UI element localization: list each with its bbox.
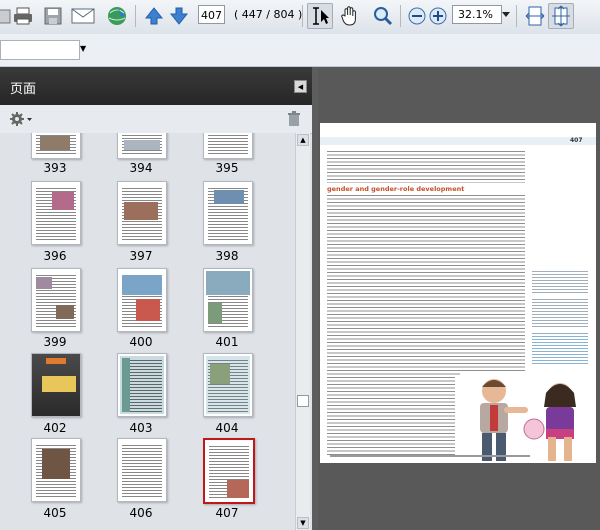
fit-width-icon[interactable] bbox=[522, 3, 548, 29]
thumbnail-label: 395 bbox=[215, 161, 239, 175]
print-icon[interactable] bbox=[10, 3, 36, 29]
page-number-input[interactable]: 407 bbox=[198, 5, 225, 24]
next-page-icon[interactable] bbox=[166, 3, 192, 29]
toolbar-separator bbox=[135, 5, 136, 27]
page-thumbnail[interactable] bbox=[117, 353, 167, 417]
document-page: 407 gender and gender-role development bbox=[320, 123, 596, 463]
thumbnail-scrollbar[interactable]: ▲ ▼ bbox=[295, 133, 310, 530]
thumbnail-label: 406 bbox=[129, 506, 153, 520]
thumbnail-label: 401 bbox=[215, 335, 239, 349]
scroll-down-icon[interactable]: ▼ bbox=[297, 517, 309, 529]
zoom-in-icon[interactable] bbox=[425, 3, 451, 29]
gear-icon[interactable] bbox=[9, 111, 33, 130]
page-thumbnail[interactable] bbox=[31, 181, 81, 245]
page-thumbnail[interactable] bbox=[203, 268, 253, 332]
toolbar-separator bbox=[516, 5, 517, 27]
thumbnail-label: 398 bbox=[215, 249, 239, 263]
pages-panel: 页面 ◀ 393 394 395 396 397 398 399 400 401 bbox=[0, 67, 312, 530]
thumbnail-label: 397 bbox=[129, 249, 153, 263]
thumbnail-label: 405 bbox=[43, 506, 67, 520]
zoom-dropdown-icon[interactable] bbox=[500, 5, 512, 24]
thumbnail-label: 402 bbox=[43, 421, 67, 435]
toolbar-separator bbox=[400, 5, 401, 27]
panel-title: 页面 bbox=[10, 82, 37, 97]
thumbnail-label: 407 bbox=[215, 506, 239, 520]
main-toolbar: 407 ( 447 / 804 ) 32.1% bbox=[0, 0, 600, 35]
thumbnail-list: 393 394 395 396 397 398 399 400 401 402 … bbox=[0, 133, 295, 530]
page-thumbnail[interactable] bbox=[117, 438, 167, 502]
panel-header: 页面 ◀ bbox=[0, 67, 312, 105]
page-thumbnail[interactable] bbox=[31, 268, 81, 332]
page-count-label: ( 447 / 804 ) bbox=[234, 8, 303, 21]
toolbar-separator bbox=[302, 5, 303, 27]
body-text bbox=[327, 377, 455, 455]
margin-glossary bbox=[532, 271, 588, 293]
find-input[interactable] bbox=[0, 40, 80, 60]
scrollbar-thumb[interactable] bbox=[297, 395, 309, 407]
scroll-up-icon[interactable]: ▲ bbox=[297, 134, 309, 146]
children-photo bbox=[460, 371, 596, 463]
thumbnail-label: 404 bbox=[215, 421, 239, 435]
page-thumbnail-selected[interactable] bbox=[203, 438, 255, 504]
page-thumbnail[interactable] bbox=[31, 438, 81, 502]
zoom-level-input[interactable]: 32.1% bbox=[452, 5, 502, 24]
body-text bbox=[327, 195, 525, 375]
internet-icon[interactable] bbox=[104, 3, 130, 29]
page-thumbnail[interactable] bbox=[203, 353, 253, 417]
save-icon[interactable] bbox=[40, 3, 66, 29]
thumbnail-label: 394 bbox=[129, 161, 153, 175]
collapse-panel-icon[interactable]: ◀ bbox=[294, 80, 307, 93]
trash-icon[interactable] bbox=[287, 111, 301, 130]
panel-tools bbox=[0, 105, 312, 134]
body-text bbox=[327, 151, 525, 183]
page-footer bbox=[330, 455, 530, 457]
zoom-tool-icon[interactable] bbox=[370, 3, 396, 29]
thumbnail-label: 400 bbox=[129, 335, 153, 349]
find-dropdown-icon[interactable]: ▼ bbox=[80, 44, 86, 53]
fit-page-icon[interactable] bbox=[548, 3, 574, 29]
page-thumbnail[interactable] bbox=[203, 133, 253, 159]
secondary-toolbar: ▼ bbox=[0, 34, 600, 67]
previous-page-icon[interactable] bbox=[141, 3, 167, 29]
page-thumbnail[interactable] bbox=[31, 133, 81, 159]
thumbnail-label: 399 bbox=[43, 335, 67, 349]
page-thumbnail[interactable] bbox=[117, 181, 167, 245]
thumbnail-label: 396 bbox=[43, 249, 67, 263]
email-icon[interactable] bbox=[70, 3, 96, 29]
page-thumbnail[interactable] bbox=[117, 133, 167, 159]
hand-tool-icon[interactable] bbox=[337, 3, 363, 29]
thumbnail-label: 403 bbox=[129, 421, 153, 435]
select-tool-icon[interactable] bbox=[307, 3, 333, 29]
margin-glossary bbox=[532, 299, 588, 327]
page-thumbnail[interactable] bbox=[117, 268, 167, 332]
section-heading: gender and gender-role development bbox=[327, 185, 465, 193]
page-number: 407 bbox=[570, 137, 583, 144]
page-thumbnail[interactable] bbox=[203, 181, 253, 245]
page-thumbnail[interactable] bbox=[31, 353, 81, 417]
margin-caption bbox=[532, 333, 588, 365]
page-running-header bbox=[320, 137, 596, 145]
thumbnail-label: 393 bbox=[43, 161, 67, 175]
